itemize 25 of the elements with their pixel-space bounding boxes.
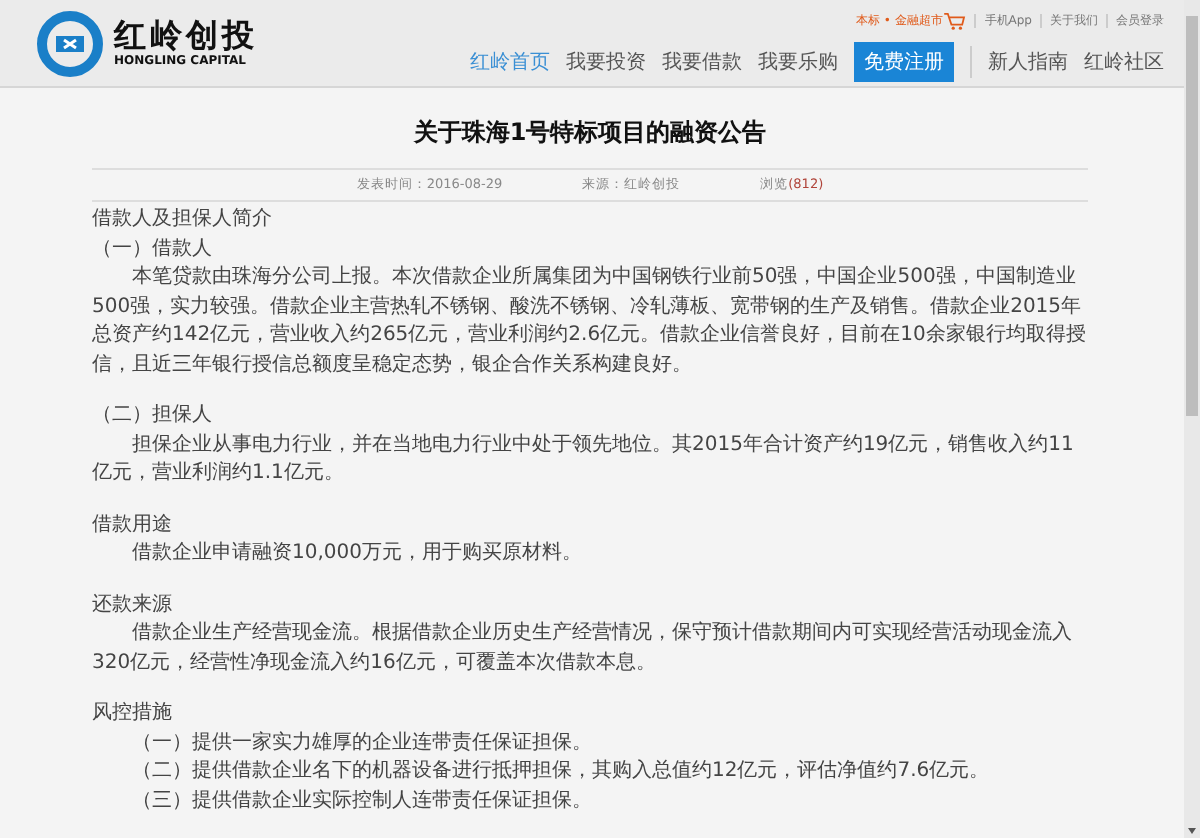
logo-name: 红岭创投 [114,18,258,54]
list-item: （二）提供借款企业名下的机器设备进行抵押担保，其购入总值约12亿元，评估净值约7.6亿元。 [130,758,992,786]
article-title: 关于珠海1号特标项目的融资公告 [411,116,769,150]
scrollbar-drawing[interactable] [1184,0,1200,838]
nav-tab[interactable]: 我要投资 [566,44,646,80]
paragraph: 借款企业生产经营现金流。根据借款企业历史生产经营情况，保守预计借款期间内可实现经营活动现金流入320亿元，经营性净现金流入约16亿元，可覆盖本次借款本息。 [92,620,1074,677]
subheading: （一）借款人 [92,235,214,263]
logo-icon [36,9,104,77]
section-heading: 还款来源 [92,591,174,619]
cart-icon [944,12,967,30]
paragraph: 本笔贷款由珠海分公司上报。本次借款企业所属集团为中国钢铁行业前50强，中国企业500强，中国制造业500强，实力较强。借款企业主营热轧不锈钢、酸洗不锈钢、冷轧薄板、宽带钢的生产及销售。借款企业2015年总资产约142亿元，营业收入约265亿元，营业利润约2.6亿元。借款企业信誉良好，目前在10余家银行均取得授信，且近三年银行授信总额度呈稳定态势，银企合作关系构建良好。 [92,264,1088,379]
nav-tab[interactable]: 红岭社区 [1084,44,1164,80]
paragraph: 借款企业申请融资10,000万元，用于购买原材料。 [130,540,584,568]
nav-tab[interactable]: 红岭首页 [470,44,550,80]
list-item: （三）提供借款企业实际控制人连带责任保证担保。 [130,787,594,815]
section-heading: 借款用途 [92,511,174,539]
nav-tab[interactable]: 新人指南 [988,44,1068,80]
section-heading: 风控措施 [92,700,174,728]
subheading: （二）担保人 [92,402,214,430]
list-item: （一）提供一家实力雄厚的企业连带责任保证担保。 [130,729,594,757]
register-button[interactable]: 免费注册 [854,42,954,82]
nav-tab[interactable]: 我要乐购 [758,44,838,80]
nav-tab[interactable]: 我要借款 [662,44,742,80]
paragraph: 担保企业从事电力行业，并在当地电力行业中处于领先地位。其2015年合计资产约19亿元，销售收入约11亿元，营业利润约1.1亿元。 [92,431,1076,488]
section-heading: 借款人及担保人简介 [92,206,274,234]
